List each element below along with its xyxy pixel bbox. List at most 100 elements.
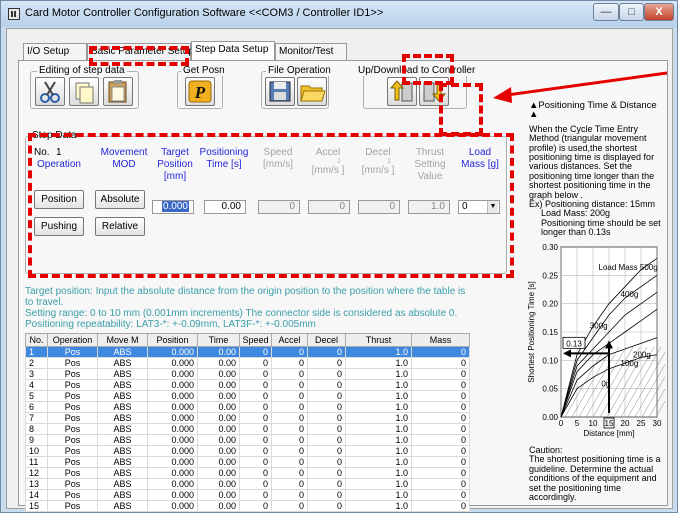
table-cell-move-m[interactable]: ABS [97, 434, 148, 446]
table-row[interactable]: 11 Pos ABS 0.000 0.00 0 0 0 1.0 0 [25, 456, 470, 468]
table-cell-operation[interactable]: Pos [47, 467, 98, 479]
table-cell-mass[interactable]: 0 [411, 445, 470, 457]
table-cell-speed[interactable]: 0 [239, 467, 272, 479]
table-cell-time[interactable]: 0.00 [197, 346, 240, 358]
table-cell-time[interactable]: 0.00 [197, 412, 240, 424]
col-move-mode[interactable]: Move M [97, 333, 148, 347]
table-cell-decel[interactable]: 0 [307, 489, 346, 501]
table-cell-decel[interactable]: 0 [307, 445, 346, 457]
table-cell-mass[interactable]: 0 [411, 368, 470, 380]
table-cell-position[interactable]: 0.000 [147, 434, 198, 446]
table-cell-thrust[interactable]: 1.0 [345, 423, 412, 435]
table-cell-operation[interactable]: Pos [47, 434, 98, 446]
col-operation[interactable]: Operation [47, 333, 98, 347]
table-cell-no[interactable]: 9 [25, 434, 48, 446]
table-cell-thrust[interactable]: 1.0 [345, 379, 412, 391]
title-bar[interactable]: Card Motor Controller Configuration Soft… [1, 1, 677, 27]
table-cell-operation[interactable]: Pos [47, 489, 98, 501]
table-cell-thrust[interactable]: 1.0 [345, 401, 412, 413]
table-cell-time[interactable]: 0.00 [197, 478, 240, 490]
table-cell-move-m[interactable]: ABS [97, 456, 148, 468]
col-accel[interactable]: Accel [271, 333, 308, 347]
table-cell-position[interactable]: 0.000 [147, 423, 198, 435]
table-row[interactable]: 8 Pos ABS 0.000 0.00 0 0 0 1.0 0 [25, 423, 470, 435]
table-row[interactable]: 3 Pos ABS 0.000 0.00 0 0 0 1.0 0 [25, 368, 470, 380]
table-cell-no[interactable]: 3 [25, 368, 48, 380]
table-cell-thrust[interactable]: 1.0 [345, 489, 412, 501]
table-cell-mass[interactable]: 0 [411, 390, 470, 402]
table-cell-operation[interactable]: Pos [47, 456, 98, 468]
maximize-button[interactable]: □ [619, 3, 644, 21]
table-cell-accel[interactable]: 0 [271, 478, 308, 490]
table-cell-decel[interactable]: 0 [307, 390, 346, 402]
table-cell-speed[interactable]: 0 [239, 412, 272, 424]
col-speed[interactable]: Speed [239, 333, 272, 347]
table-cell-position[interactable]: 0.000 [147, 500, 198, 512]
table-cell-mass[interactable]: 0 [411, 412, 470, 424]
table-row[interactable]: 1 Pos ABS 0.000 0.00 0 0 0 1.0 0 [25, 346, 470, 358]
table-cell-no[interactable]: 5 [25, 390, 48, 402]
table-cell-speed[interactable]: 0 [239, 379, 272, 391]
table-cell-thrust[interactable]: 1.0 [345, 456, 412, 468]
table-cell-thrust[interactable]: 1.0 [345, 467, 412, 479]
table-row[interactable]: 15 Pos ABS 0.000 0.00 0 0 0 1.0 0 [25, 500, 470, 512]
table-cell-mass[interactable]: 0 [411, 423, 470, 435]
table-cell-move-m[interactable]: ABS [97, 401, 148, 413]
table-cell-accel[interactable]: 0 [271, 500, 308, 512]
table-cell-accel[interactable]: 0 [271, 445, 308, 457]
table-cell-operation[interactable]: Pos [47, 500, 98, 512]
table-cell-accel[interactable]: 0 [271, 401, 308, 413]
table-cell-time[interactable]: 0.00 [197, 500, 240, 512]
table-cell-accel[interactable]: 0 [271, 368, 308, 380]
table-cell-speed[interactable]: 0 [239, 489, 272, 501]
table-cell-speed[interactable]: 0 [239, 423, 272, 435]
table-row[interactable]: 2 Pos ABS 0.000 0.00 0 0 0 1.0 0 [25, 357, 470, 369]
table-cell-decel[interactable]: 0 [307, 467, 346, 479]
table-cell-operation[interactable]: Pos [47, 357, 98, 369]
table-cell-mass[interactable]: 0 [411, 346, 470, 358]
table-row[interactable]: 10 Pos ABS 0.000 0.00 0 0 0 1.0 0 [25, 445, 470, 457]
table-cell-move-m[interactable]: ABS [97, 489, 148, 501]
col-decel[interactable]: Decel [307, 333, 346, 347]
table-cell-no[interactable]: 15 [25, 500, 48, 512]
table-cell-position[interactable]: 0.000 [147, 368, 198, 380]
table-cell-mass[interactable]: 0 [411, 489, 470, 501]
table-cell-decel[interactable]: 0 [307, 379, 346, 391]
table-row[interactable]: 13 Pos ABS 0.000 0.00 0 0 0 1.0 0 [25, 478, 470, 490]
table-cell-decel[interactable]: 0 [307, 412, 346, 424]
table-cell-position[interactable]: 0.000 [147, 456, 198, 468]
table-cell-operation[interactable]: Pos [47, 390, 98, 402]
table-cell-position[interactable]: 0.000 [147, 401, 198, 413]
table-cell-no[interactable]: 4 [25, 379, 48, 391]
table-cell-no[interactable]: 10 [25, 445, 48, 457]
table-cell-no[interactable]: 8 [25, 423, 48, 435]
cut-button[interactable] [35, 77, 65, 106]
table-cell-mass[interactable]: 0 [411, 379, 470, 391]
table-cell-speed[interactable]: 0 [239, 401, 272, 413]
table-cell-accel[interactable]: 0 [271, 390, 308, 402]
table-cell-accel[interactable]: 0 [271, 412, 308, 424]
table-cell-time[interactable]: 0.00 [197, 489, 240, 501]
table-cell-time[interactable]: 0.00 [197, 379, 240, 391]
table-cell-time[interactable]: 0.00 [197, 357, 240, 369]
minimize-button[interactable]: — [593, 3, 619, 21]
table-cell-thrust[interactable]: 1.0 [345, 390, 412, 402]
save-file-button[interactable] [265, 77, 295, 106]
table-cell-decel[interactable]: 0 [307, 434, 346, 446]
table-cell-decel[interactable]: 0 [307, 368, 346, 380]
table-cell-move-m[interactable]: ABS [97, 412, 148, 424]
table-cell-time[interactable]: 0.00 [197, 401, 240, 413]
table-cell-move-m[interactable]: ABS [97, 390, 148, 402]
table-cell-operation[interactable]: Pos [47, 346, 98, 358]
get-position-button[interactable]: P [185, 77, 215, 106]
table-cell-mass[interactable]: 0 [411, 401, 470, 413]
copy-button[interactable] [69, 77, 99, 106]
table-cell-move-m[interactable]: ABS [97, 368, 148, 380]
table-cell-time[interactable]: 0.00 [197, 390, 240, 402]
tab-monitor-test[interactable]: Monitor/Test [275, 43, 347, 60]
table-cell-time[interactable]: 0.00 [197, 434, 240, 446]
table-row[interactable]: 7 Pos ABS 0.000 0.00 0 0 0 1.0 0 [25, 412, 470, 424]
table-cell-no[interactable]: 2 [25, 357, 48, 369]
table-cell-decel[interactable]: 0 [307, 346, 346, 358]
table-cell-decel[interactable]: 0 [307, 357, 346, 369]
